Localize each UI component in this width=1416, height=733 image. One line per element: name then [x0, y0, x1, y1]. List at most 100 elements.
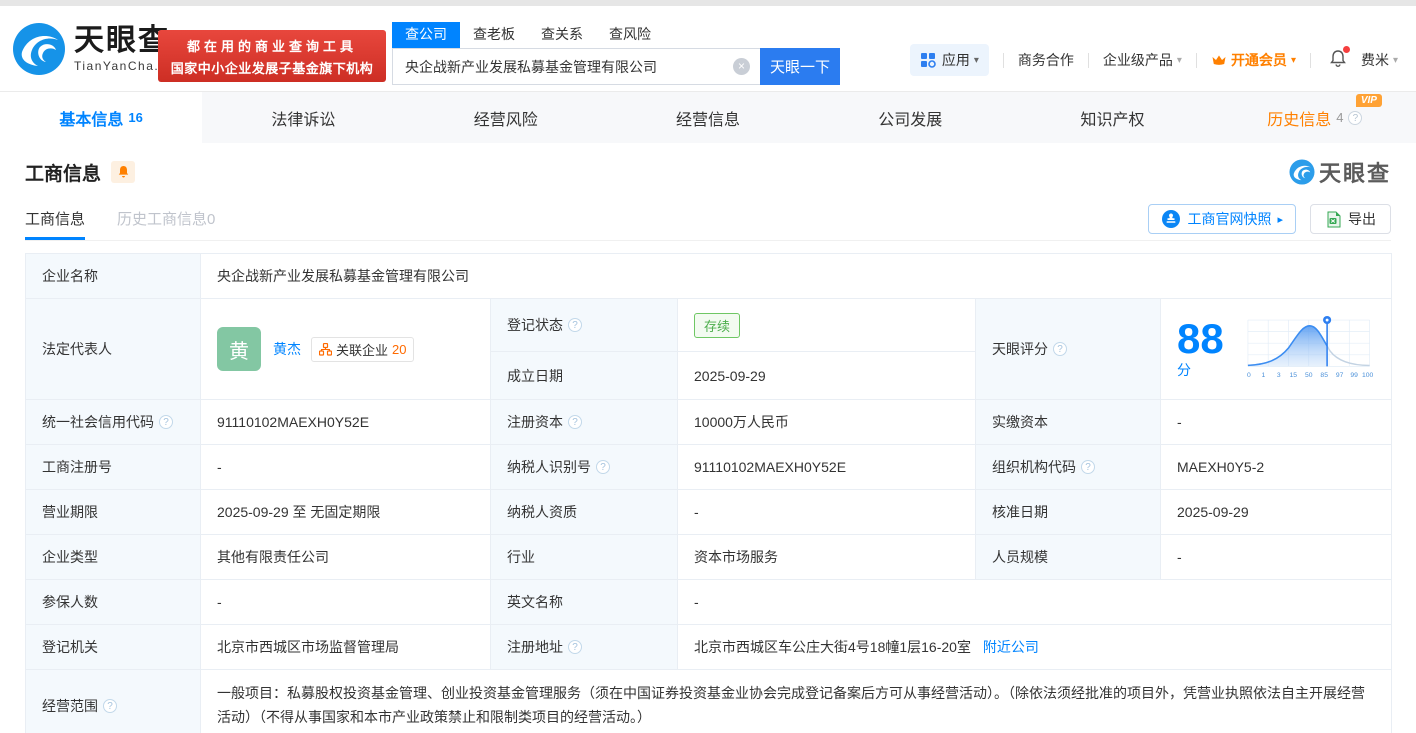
- help-icon[interactable]: ?: [1348, 110, 1363, 125]
- related-companies-badge[interactable]: 关联企业 20: [311, 336, 415, 362]
- establish-date-value: 2025-09-29: [677, 351, 976, 400]
- company-type-value: 其他有限责任公司: [200, 534, 491, 580]
- tab-intellectual-property[interactable]: 知识产权: [1011, 92, 1213, 143]
- reg-address-label: 注册地址: [507, 639, 563, 655]
- nav-enterprise-products[interactable]: 企业级产品 ▾: [1103, 50, 1182, 70]
- vip-badge: VIP: [1355, 94, 1382, 107]
- org-code-label-cell: 组织机构代码?: [975, 444, 1161, 490]
- english-name-label: 英文名称: [490, 579, 678, 625]
- apps-grid-icon: [920, 53, 936, 68]
- staff-size-value: -: [1160, 534, 1392, 580]
- tab-company-development[interactable]: 公司发展: [809, 92, 1011, 143]
- taxpayer-id-label: 纳税人识别号: [507, 459, 591, 475]
- approval-date-label: 核准日期: [975, 489, 1161, 535]
- reg-address-cell: 北京市西城区车公庄大街4号18幢1层16-20室 附近公司: [677, 624, 1392, 670]
- table-row: 统一社会信用代码? 91110102MAEXH0Y52E 注册资本? 10000…: [25, 399, 1392, 445]
- help-icon[interactable]: ?: [1081, 460, 1095, 474]
- divider: [1309, 52, 1311, 68]
- credit-code-label-cell: 统一社会信用代码?: [25, 399, 201, 445]
- svg-text:85: 85: [1320, 372, 1328, 379]
- taxpayer-qual-label: 纳税人资质: [490, 489, 678, 535]
- search-tab-boss[interactable]: 查老板: [460, 22, 528, 48]
- tab-operation-risk[interactable]: 经营风险: [405, 92, 607, 143]
- search-button[interactable]: 天眼一下: [760, 48, 840, 85]
- legal-rep-avatar[interactable]: 黄: [217, 327, 261, 371]
- help-icon[interactable]: ?: [159, 415, 173, 429]
- tab-operation-info[interactable]: 经营信息: [607, 92, 809, 143]
- nav-user-menu[interactable]: 费米 ▾: [1361, 50, 1398, 70]
- svg-text:100: 100: [1362, 372, 1374, 379]
- insured-value: -: [200, 579, 491, 625]
- tab-label: 法律诉讼: [271, 111, 336, 129]
- svg-text:1: 1: [1261, 372, 1265, 379]
- monitor-bell-button[interactable]: [111, 161, 136, 183]
- business-scope-value: 一般项目：私募股权投资基金管理、创业投资基金管理服务（须在中国证券投资基金业协会…: [200, 669, 1392, 733]
- nav-cooperation[interactable]: 商务合作: [1018, 50, 1074, 70]
- org-network-icon: [319, 342, 332, 356]
- score-cell: 88分 0 1 3 15 50 85 97 99 100: [1160, 298, 1392, 400]
- help-icon[interactable]: ?: [568, 318, 582, 333]
- nav-open-vip[interactable]: 开通会员 ▾: [1211, 50, 1296, 70]
- help-icon[interactable]: ?: [568, 415, 582, 429]
- credit-code-value: 91110102MAEXH0Y52E: [200, 399, 491, 445]
- svg-text:15: 15: [1289, 372, 1297, 379]
- table-row: 工商注册号 - 纳税人识别号? 91110102MAEXH0Y52E 组织机构代…: [25, 444, 1392, 490]
- establish-date-label: 成立日期: [490, 351, 678, 400]
- search-input[interactable]: [392, 48, 760, 85]
- score-value: 88: [1177, 315, 1224, 362]
- business-scope-text: 一般项目：私募股权投资基金管理、创业投资基金管理服务（须在中国证券投资基金业协会…: [217, 685, 1365, 725]
- watermark-text: 天眼查: [1318, 161, 1391, 186]
- nav-enterprise-label: 企业级产品: [1102, 52, 1173, 68]
- tianyancha-logo-icon: [1289, 159, 1315, 185]
- help-icon[interactable]: ?: [596, 460, 610, 474]
- nav-apps-menu[interactable]: 应用 ▾: [909, 44, 989, 76]
- divider: [1002, 52, 1004, 68]
- reg-authority-label: 登记机关: [25, 624, 201, 670]
- paid-capital-label: 实缴资本: [975, 399, 1161, 445]
- tab-label: 经营风险: [473, 111, 538, 129]
- notifications-button[interactable]: [1329, 46, 1350, 71]
- tab-basic-info[interactable]: 基本信息 16: [0, 92, 203, 143]
- caret-down-icon: ▾: [1392, 54, 1398, 66]
- score-distribution-chart: 0 1 3 15 50 85 97 99 100: [1247, 315, 1374, 379]
- legal-rep-label: 法定代表人: [25, 298, 201, 400]
- subtab-history-business-info[interactable]: 历史工商信息0: [117, 208, 215, 240]
- tab-label: 基本信息: [59, 111, 124, 129]
- official-snapshot-button[interactable]: 工商官网快照 ▸: [1148, 204, 1296, 234]
- company-type-label: 企业类型: [25, 534, 201, 580]
- search-tabs: 查公司 查老板 查关系 查风险: [392, 22, 840, 48]
- subtab-business-info[interactable]: 工商信息: [25, 208, 86, 240]
- credit-code-label: 统一社会信用代码: [42, 414, 154, 430]
- username: 费米: [1360, 52, 1389, 68]
- score-label: 天眼评分: [992, 341, 1048, 357]
- nav-apps-label: 应用: [941, 52, 970, 68]
- reg-capital-label: 注册资本: [507, 414, 563, 430]
- business-info-table: 企业名称 央企战新产业发展私募基金管理有限公司 法定代表人 黄 黄杰 关联企业 …: [25, 253, 1392, 733]
- tab-label: 历史信息: [1267, 111, 1332, 129]
- svg-text:50: 50: [1305, 372, 1313, 379]
- search-tab-risk[interactable]: 查风险: [596, 22, 664, 48]
- reg-status-value-cell: 存续: [677, 297, 976, 353]
- nearby-companies-link[interactable]: 附近公司: [983, 639, 1039, 655]
- score-unit: 分: [1177, 362, 1191, 378]
- help-icon[interactable]: ?: [103, 698, 117, 713]
- tab-history-info[interactable]: VIP 历史信息 4 ?: [1214, 92, 1416, 143]
- tab-legal-proceedings[interactable]: 法律诉讼: [202, 92, 404, 143]
- search-tab-company[interactable]: 查公司: [392, 22, 460, 48]
- legal-rep-name-link[interactable]: 黄杰: [273, 339, 301, 359]
- taxpayer-id-label-cell: 纳税人识别号?: [490, 444, 678, 490]
- help-icon[interactable]: ?: [1053, 342, 1067, 356]
- export-button[interactable]: 导出: [1310, 204, 1391, 234]
- table-row: 企业名称 央企战新产业发展私募基金管理有限公司: [25, 253, 1392, 299]
- score-label-cell: 天眼评分?: [975, 298, 1161, 400]
- search-tab-relation[interactable]: 查关系: [528, 22, 596, 48]
- clear-search-icon[interactable]: ×: [733, 58, 750, 75]
- nav-vip-label: 开通会员: [1230, 52, 1287, 68]
- status-badge: 存续: [694, 312, 741, 338]
- table-row: 登记机关 北京市西城区市场监督管理局 注册地址? 北京市西城区车公庄大街4号18…: [25, 624, 1392, 670]
- promo-banner: 都在用的商业查询工具 国家中小企业发展子基金旗下机构: [158, 30, 386, 82]
- company-name-label: 企业名称: [25, 253, 201, 299]
- reg-capital-label-cell: 注册资本?: [490, 399, 678, 445]
- business-term-label: 营业期限: [25, 489, 201, 535]
- help-icon[interactable]: ?: [568, 640, 582, 654]
